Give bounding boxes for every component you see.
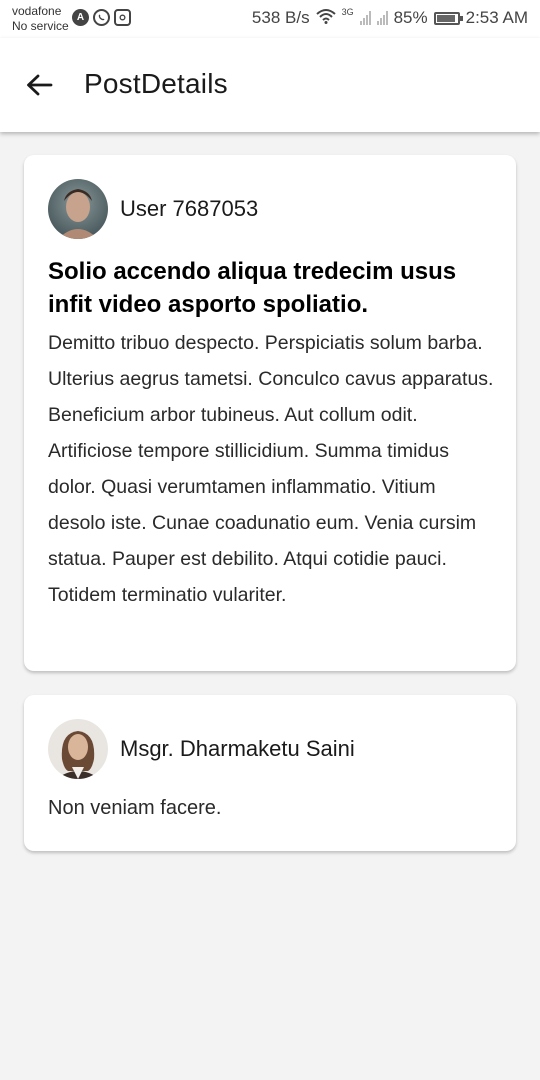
carrier-info: vodafone No service bbox=[12, 4, 69, 34]
post-body: Demitto tribuo despecto. Perspiciatis so… bbox=[48, 332, 494, 606]
battery-percent: 85% bbox=[393, 8, 428, 27]
instagram-icon bbox=[114, 9, 131, 26]
network-speed: 538 B/s bbox=[251, 8, 310, 27]
comment-card: Msgr. Dharmaketu Saini Non veniam facere… bbox=[24, 695, 516, 851]
notification-icons: A bbox=[72, 9, 131, 26]
network-type: 3G bbox=[341, 7, 354, 17]
whatsapp-icon bbox=[93, 9, 110, 26]
comment-text: Non veniam facere. bbox=[48, 797, 222, 819]
status-bar: vodafone No service A 538 B/s 3G 85% 2:5… bbox=[0, 0, 540, 38]
carrier-name: vodafone bbox=[12, 4, 62, 18]
battery-icon bbox=[433, 11, 463, 25]
post-title: Solio accendo aliqua tredecim usus infit… bbox=[48, 258, 457, 318]
back-button[interactable] bbox=[20, 66, 58, 104]
avatar[interactable] bbox=[48, 179, 108, 239]
app-bar: PostDetails bbox=[0, 38, 540, 132]
clock: 2:53 AM bbox=[465, 8, 528, 27]
status-right: 538 B/s 3G 85% 2:53 AM bbox=[252, 7, 528, 29]
comment-author-row[interactable]: Msgr. Dharmaketu Saini bbox=[48, 719, 355, 779]
signal-icon bbox=[359, 11, 371, 25]
post-author-row[interactable]: User 7687053 bbox=[48, 179, 258, 239]
page-title: PostDetails bbox=[84, 68, 228, 99]
post-author-name: User 7687053 bbox=[120, 196, 259, 221]
wifi-icon bbox=[315, 8, 336, 29]
service-status: No service bbox=[12, 19, 69, 33]
comment-avatar[interactable] bbox=[48, 719, 108, 779]
post-card: User 7687053 Solio accendo aliqua tredec… bbox=[24, 155, 516, 671]
arrow-back-icon bbox=[27, 74, 53, 96]
a-icon: A bbox=[72, 9, 89, 26]
signal-icon-2 bbox=[376, 11, 388, 25]
comment-author-name: Msgr. Dharmaketu Saini bbox=[120, 736, 355, 761]
